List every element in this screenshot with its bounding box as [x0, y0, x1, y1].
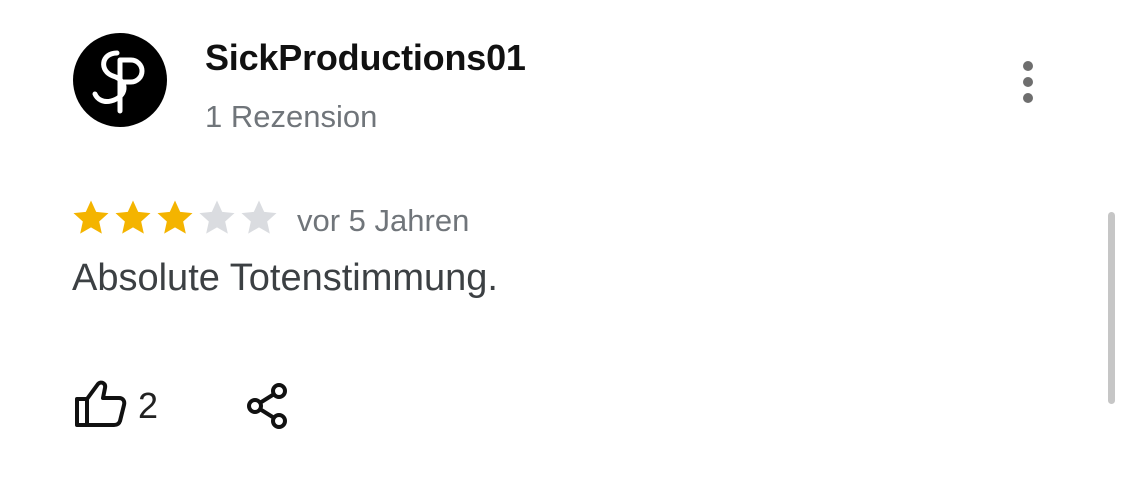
share-button[interactable] — [242, 380, 294, 432]
author-name[interactable]: SickProductions01 — [205, 37, 526, 79]
author-review-count: 1 Rezension — [205, 99, 378, 134]
star-filled-icon — [157, 200, 193, 234]
sp-monogram-icon — [92, 50, 145, 114]
more-vertical-icon-dot — [1023, 61, 1033, 71]
star-rating — [71, 198, 281, 242]
star-empty-icon — [241, 200, 277, 234]
thumbs-up-icon — [75, 380, 127, 427]
share-icon — [247, 383, 287, 429]
review-date: vor 5 Jahren — [297, 203, 470, 238]
more-vertical-icon-dot — [1023, 93, 1033, 103]
scrollbar-thumb[interactable] — [1108, 212, 1115, 404]
more-options-button[interactable] — [1008, 56, 1050, 108]
like-count: 2 — [138, 385, 158, 426]
more-vertical-icon-dot — [1023, 77, 1033, 87]
star-empty-icon — [199, 200, 235, 234]
like-button[interactable]: 2 — [72, 378, 162, 430]
star-filled-icon — [73, 200, 109, 234]
review-text: Absolute Totenstimmung. — [72, 257, 498, 299]
star-filled-icon — [115, 200, 151, 234]
author-avatar[interactable] — [73, 33, 167, 127]
